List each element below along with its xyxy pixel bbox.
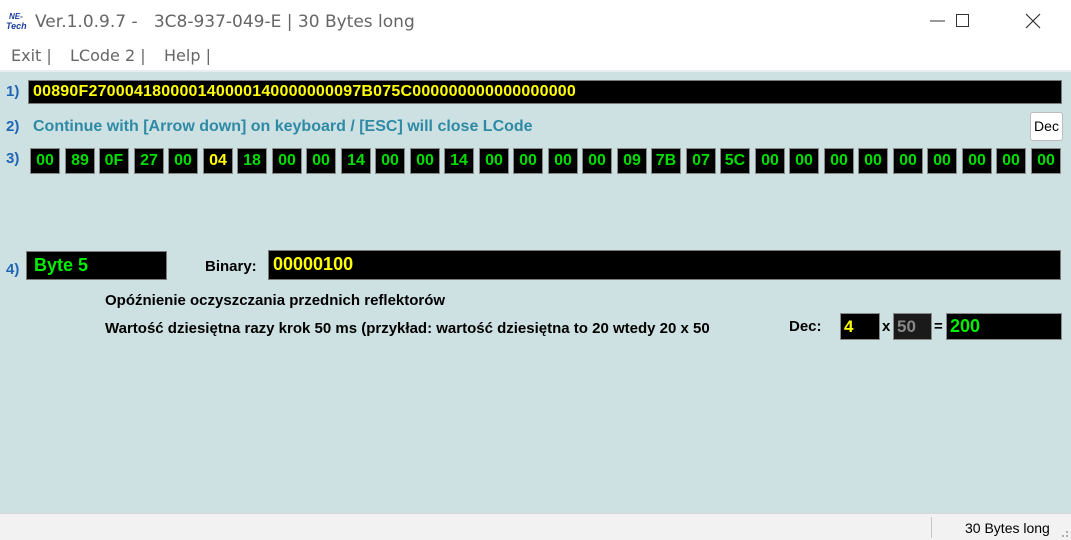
byte-cell-4[interactable]: 00 xyxy=(168,148,198,174)
ne-tech-logo-icon: NE- Tech xyxy=(6,12,27,31)
close-button[interactable] xyxy=(1008,0,1058,42)
byte-cell-27[interactable]: 00 xyxy=(962,148,992,174)
byte-cell-9[interactable]: 14 xyxy=(341,148,371,174)
status-separator xyxy=(931,517,932,538)
byte-cell-10[interactable]: 00 xyxy=(375,148,405,174)
byte-label: Byte 5 xyxy=(34,255,89,275)
byte-cell-2[interactable]: 0F xyxy=(99,148,129,174)
svg-text:Tech: Tech xyxy=(6,21,27,31)
close-icon xyxy=(1025,13,1041,29)
hex-string-field[interactable]: 00890F270004180000140000140000000097B075… xyxy=(28,80,1062,104)
status-bar: 30 Bytes long xyxy=(0,513,1071,540)
byte-cell-28[interactable]: 00 xyxy=(996,148,1026,174)
byte-cell-20[interactable]: 5C xyxy=(720,148,750,174)
row-number-2: 2) xyxy=(6,118,20,135)
menu-exit[interactable]: Exit | xyxy=(11,46,52,65)
byte-cell-3[interactable]: 27 xyxy=(134,148,164,174)
hex-string-value: 00890F270004180000140000140000000097B075… xyxy=(33,83,576,100)
maximize-icon xyxy=(956,14,969,27)
byte-cell-1[interactable]: 89 xyxy=(65,148,95,174)
byte-cell-22[interactable]: 00 xyxy=(789,148,819,174)
byte-cell-8[interactable]: 00 xyxy=(306,148,336,174)
byte-cell-24[interactable]: 00 xyxy=(858,148,888,174)
binary-value: 00000100 xyxy=(273,254,354,274)
byte-cell-18[interactable]: 7B xyxy=(651,148,681,174)
byte-cell-13[interactable]: 00 xyxy=(479,148,509,174)
svg-text:NE-: NE- xyxy=(9,12,23,21)
byte-cell-15[interactable]: 00 xyxy=(548,148,578,174)
byte-cell-6[interactable]: 18 xyxy=(237,148,267,174)
binary-label: Binary: xyxy=(205,258,257,275)
status-text: 30 Bytes long xyxy=(965,520,1050,536)
resize-grip-icon[interactable] xyxy=(1059,528,1069,538)
byte-cell-26[interactable]: 00 xyxy=(927,148,957,174)
byte-cell-11[interactable]: 00 xyxy=(410,148,440,174)
byte-cell-5[interactable]: 04 xyxy=(203,148,233,174)
byte-cell-7[interactable]: 00 xyxy=(272,148,302,174)
byte-label-field: Byte 5 xyxy=(26,251,167,280)
row-number-1: 1) xyxy=(6,83,20,100)
result-field: 200 xyxy=(946,313,1062,340)
menu-bar: Exit | LCode 2 | Help | xyxy=(0,42,1071,70)
step-value-field: 50 xyxy=(893,313,932,340)
byte-cell-23[interactable]: 00 xyxy=(824,148,854,174)
byte-cell-12[interactable]: 14 xyxy=(444,148,474,174)
window-title: Ver.1.0.9.7 - 3C8-937-049-E | 30 Bytes l… xyxy=(35,12,415,32)
byte-cell-25[interactable]: 00 xyxy=(893,148,923,174)
byte-cell-21[interactable]: 00 xyxy=(755,148,785,174)
equals-symbol: = xyxy=(934,318,943,335)
byte-cell-29[interactable]: 00 xyxy=(1031,148,1061,174)
byte-cell-19[interactable]: 07 xyxy=(686,148,716,174)
row-number-4: 4) xyxy=(6,261,20,278)
byte-cell-0[interactable]: 00 xyxy=(30,148,60,174)
dec-value-field[interactable]: 4 xyxy=(840,313,880,340)
dec-button[interactable]: Dec xyxy=(1030,112,1063,141)
menu-help[interactable]: Help | xyxy=(164,46,211,65)
instruction-text: Continue with [Arrow down] on keyboard /… xyxy=(33,118,533,135)
description-line-1: Opóźnienie oczyszczania przednich reflek… xyxy=(105,292,446,309)
binary-field[interactable]: 00000100 xyxy=(268,250,1061,280)
multiply-symbol: x xyxy=(882,318,891,335)
menu-lcode2[interactable]: LCode 2 | xyxy=(70,46,146,65)
row-number-3: 3) xyxy=(6,150,20,167)
title-bar: NE- Tech Ver.1.0.9.7 - 3C8-937-049-E | 3… xyxy=(0,0,1071,42)
byte-cell-17[interactable]: 09 xyxy=(617,148,647,174)
dec-label: Dec: xyxy=(789,318,822,335)
maximize-button[interactable] xyxy=(938,0,988,42)
byte-cell-16[interactable]: 00 xyxy=(582,148,612,174)
description-line-2: Wartość dziesiętna razy krok 50 ms (przy… xyxy=(105,320,710,337)
byte-cell-14[interactable]: 00 xyxy=(513,148,543,174)
